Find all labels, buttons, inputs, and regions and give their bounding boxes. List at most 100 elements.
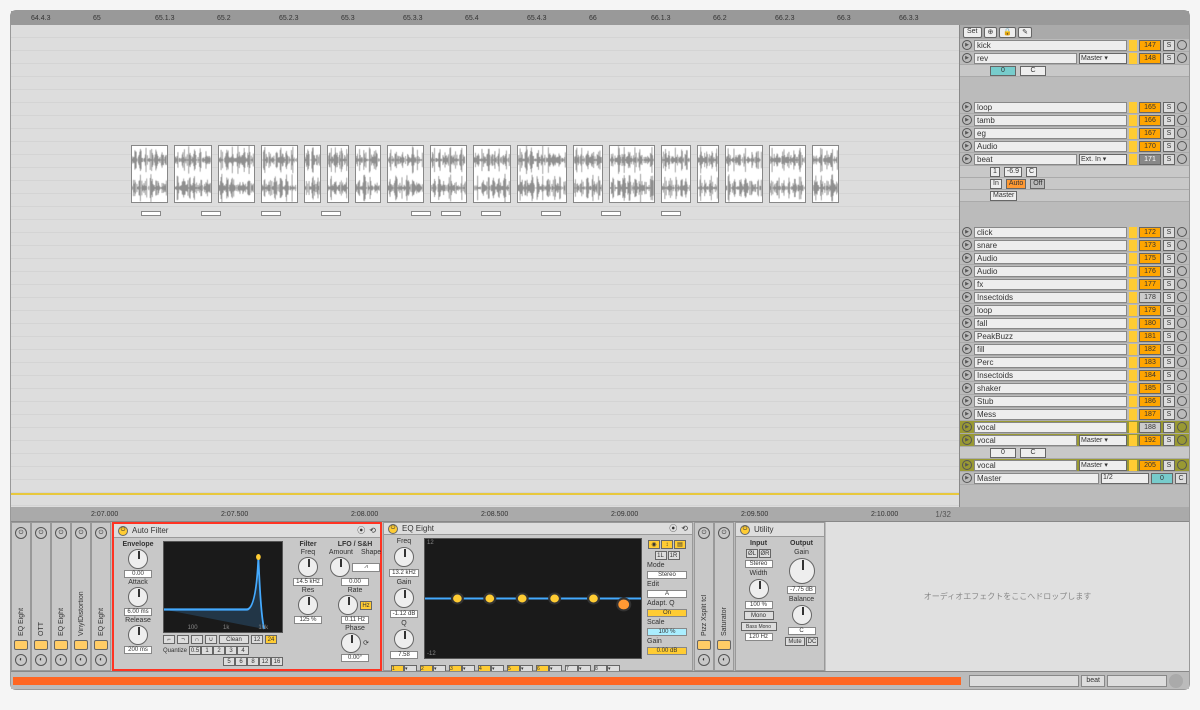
phase-knob[interactable] [341, 633, 361, 653]
bass-mono-toggle[interactable]: Bass Mono [741, 622, 777, 631]
bass-freq-value[interactable]: 120 Hz [745, 633, 773, 641]
expand-icon[interactable]: ▤ [674, 540, 686, 549]
arm-toggle[interactable] [1177, 240, 1187, 250]
toggle[interactable]: 1R [668, 551, 680, 560]
freq-knob[interactable] [394, 547, 414, 567]
phase-l-toggle[interactable]: ØL [746, 549, 758, 558]
play-icon[interactable] [962, 422, 972, 432]
device-title-bar[interactable]: ⏻ Auto Filter ⦿ ⟲ [114, 524, 380, 538]
track-name[interactable]: fall [974, 318, 1127, 329]
device-toggle[interactable] [697, 640, 711, 650]
collapsed-device[interactable]: ⏻ Pizz Xsplit tcl ◐ [694, 522, 714, 671]
midi-clip[interactable] [411, 211, 431, 216]
track-number[interactable]: 188 [1139, 422, 1161, 433]
auto-filter-device[interactable]: ⏻ Auto Filter ⦿ ⟲ Envelope 0.00 Attack 6… [112, 522, 382, 671]
power-icon[interactable]: ⏻ [718, 527, 730, 539]
play-icon[interactable] [962, 141, 972, 151]
track-row[interactable]: vocal Master ▾ 205 S [960, 459, 1189, 472]
track-number[interactable]: 171 [1139, 154, 1161, 165]
stereo-icon[interactable]: ⟳ [363, 639, 369, 647]
midi-clip[interactable] [261, 211, 281, 216]
track-number[interactable]: 165 [1139, 102, 1161, 113]
mode-selector[interactable]: Stereo [647, 571, 687, 579]
release-value[interactable]: 200 ms [124, 646, 152, 654]
audio-clip[interactable] [387, 145, 424, 203]
io-selector[interactable]: Ext. In ▾ [1079, 154, 1127, 165]
audio-clip[interactable] [473, 145, 510, 203]
solo-toggle[interactable]: S [1163, 40, 1175, 51]
track-number[interactable]: 180 [1139, 318, 1161, 329]
solo-toggle[interactable]: S [1163, 435, 1175, 446]
save-icon[interactable]: ⦿ [357, 525, 365, 536]
track-row[interactable]: Audio 170 S [960, 140, 1189, 153]
shape-selector[interactable]: ⩘ [352, 563, 380, 572]
track-number[interactable]: 205 [1139, 460, 1161, 471]
play-icon[interactable] [962, 383, 972, 393]
arrangement-view[interactable]: Set ⊕ 🔒 ✎ kick 147 S rev Master ▾ 148 S … [11, 25, 1189, 507]
arm-toggle[interactable] [1177, 115, 1187, 125]
io-selector[interactable]: Master ▾ [1079, 460, 1127, 471]
track-number[interactable]: 172 [1139, 227, 1161, 238]
play-icon[interactable] [962, 154, 972, 164]
arm-toggle[interactable] [1177, 266, 1187, 276]
solo-toggle[interactable]: S [1163, 422, 1175, 433]
track-row[interactable]: PeakBuzz 181 S [960, 330, 1189, 343]
slope-24[interactable]: 24 [265, 635, 277, 644]
master-track-row[interactable]: Master 1/2 0 C [960, 472, 1189, 485]
track-name[interactable]: vocal [974, 460, 1077, 471]
track-name[interactable]: Stub [974, 396, 1127, 407]
device-toggle[interactable] [34, 640, 48, 650]
play-icon[interactable] [962, 460, 972, 470]
adapt-toggle[interactable]: On [647, 609, 687, 617]
toggle[interactable]: 1L [655, 551, 667, 560]
solo-toggle[interactable]: S [1163, 102, 1175, 113]
play-icon[interactable] [962, 370, 972, 380]
arm-toggle[interactable] [1177, 435, 1187, 445]
track-number[interactable]: 183 [1139, 357, 1161, 368]
midi-clip[interactable] [141, 211, 161, 216]
play-icon[interactable] [962, 435, 972, 445]
track-number[interactable]: 167 [1139, 128, 1161, 139]
track-number[interactable]: 184 [1139, 370, 1161, 381]
eq-eight-device[interactable]: ⏻ EQ Eight ⦿ ⟲ Freq 13.2 kHz Gain -1.12 … [383, 522, 693, 671]
freq-value[interactable]: 14.5 kHz [293, 578, 323, 586]
play-icon[interactable] [962, 305, 972, 315]
mono-toggle[interactable]: Mono [744, 611, 774, 620]
track-name[interactable]: fx [974, 279, 1127, 290]
track-row[interactable]: fx 177 S [960, 278, 1189, 291]
arm-toggle[interactable] [1177, 253, 1187, 263]
q-value[interactable]: 7.58 [390, 651, 418, 659]
quantize-button[interactable]: 16 [271, 657, 283, 666]
hot-swap-icon[interactable]: ⟲ [369, 526, 376, 535]
lock-toggle[interactable]: 🔒 [999, 27, 1016, 38]
solo-toggle[interactable]: S [1163, 253, 1175, 264]
track-row[interactable]: kick 147 S [960, 39, 1189, 52]
utility-device[interactable]: ⏻ Utility Input ØL ØR Stereo Width 100 %… [735, 522, 825, 671]
track-row[interactable]: loop 165 S [960, 101, 1189, 114]
solo-toggle[interactable]: S [1163, 460, 1175, 471]
arm-toggle[interactable] [1177, 409, 1187, 419]
play-icon[interactable] [962, 357, 972, 367]
arm-toggle[interactable] [1177, 370, 1187, 380]
eq-display[interactable]: 12 -12 [424, 538, 642, 659]
lfo-amount-knob[interactable] [330, 557, 350, 577]
collapsed-device[interactable]: ⏻ VinylDistortion ◐ [71, 522, 91, 671]
quantize-button[interactable]: 8 [247, 657, 259, 666]
track-name[interactable]: Audio [974, 253, 1127, 264]
track-number[interactable]: 192 [1139, 435, 1161, 446]
io-selector[interactable]: Master ▾ [1079, 435, 1127, 446]
power-icon[interactable]: ⏻ [740, 525, 750, 535]
audio-clip[interactable] [573, 145, 603, 203]
quantize-button[interactable]: 2 [213, 646, 225, 655]
expand-icon[interactable]: ◐ [55, 654, 67, 666]
audio-clip[interactable] [174, 145, 211, 203]
slope-12[interactable]: 12 [251, 635, 263, 644]
track-row[interactable]: snare 173 S [960, 239, 1189, 252]
track-row[interactable]: Insectoids 184 S [960, 369, 1189, 382]
env-amount-knob[interactable] [128, 549, 148, 569]
track-number[interactable]: 178 [1139, 292, 1161, 303]
arm-toggle[interactable] [1177, 102, 1187, 112]
collapsed-device[interactable]: ⏻ EQ Eight ◐ [11, 522, 31, 671]
automation-line[interactable] [11, 493, 959, 495]
midi-clip[interactable] [441, 211, 461, 216]
